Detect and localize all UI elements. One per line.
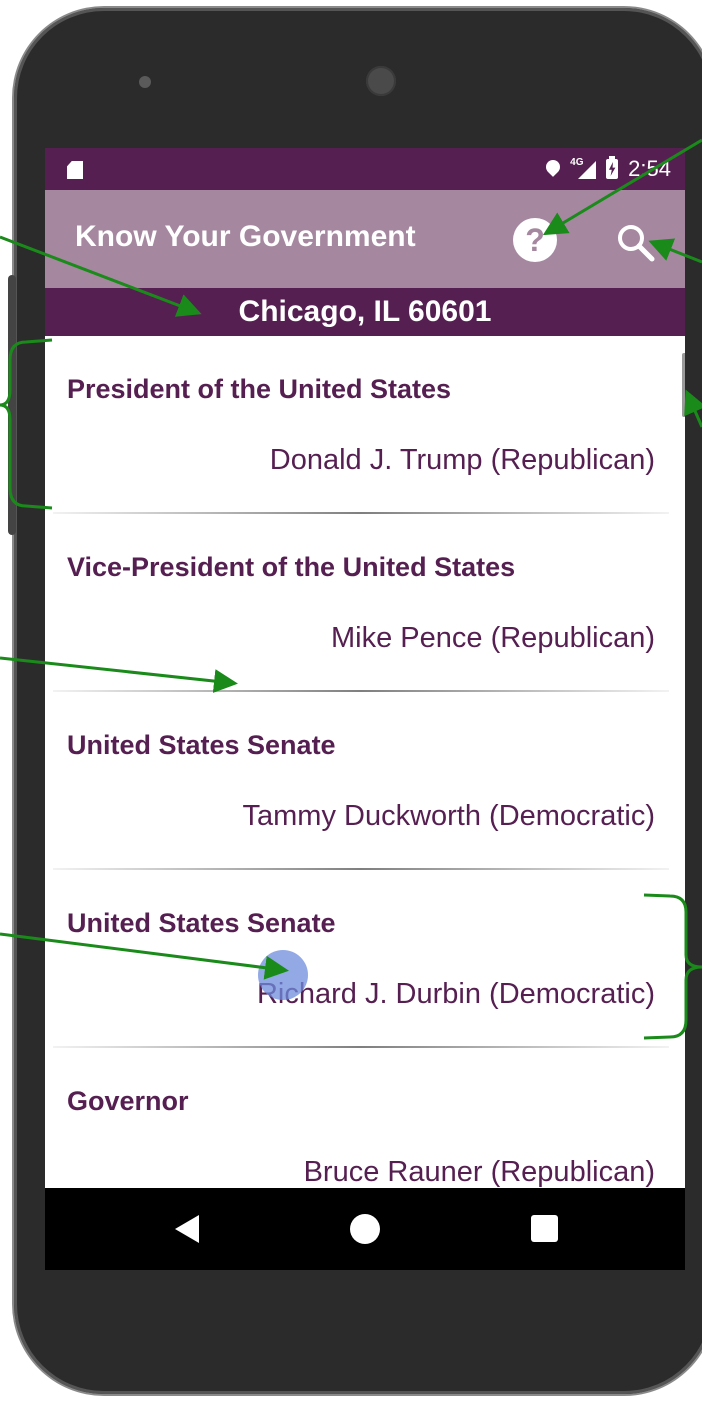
location-pin-icon (546, 160, 560, 178)
home-icon[interactable] (350, 1214, 380, 1244)
battery-icon (606, 156, 619, 179)
official-name: Richard J. Durbin (Democratic) (256, 978, 655, 1010)
side-button (8, 275, 16, 535)
location-header: Chicago, IL 60601 (45, 288, 685, 336)
app-title: Know Your Government (75, 220, 416, 253)
office-title: United States Senate (67, 730, 336, 760)
office-title: Vice-President of the United States (67, 552, 516, 582)
list-item[interactable]: United States Senate Richard J. Durbin (… (45, 870, 685, 1048)
navigation-bar (45, 1188, 685, 1270)
list-item[interactable]: Vice-President of the United States Mike… (45, 514, 685, 692)
office-title: President of the United States (67, 374, 452, 404)
official-name: Tammy Duckworth (Democratic) (242, 800, 656, 832)
status-right: 4G 2:54 (546, 148, 671, 190)
list-item[interactable]: United States Senate Tammy Duckworth (De… (45, 692, 685, 870)
office-title: United States Senate (67, 908, 336, 938)
recent-apps-icon[interactable] (531, 1215, 558, 1242)
search-icon[interactable] (615, 222, 655, 262)
list-item[interactable]: Governor Bruce Rauner (Republican) (45, 1048, 685, 1188)
sd-card-icon (67, 161, 83, 179)
official-name: Bruce Rauner (Republican) (303, 1156, 655, 1188)
sensor-dot (139, 76, 151, 88)
phone-screen: 4G 2:54 Know Your Government ? Chicago, … (45, 148, 685, 1270)
scrollbar[interactable] (682, 353, 685, 417)
help-circle-icon[interactable]: ? (513, 218, 557, 262)
official-name: Mike Pence (Republican) (331, 622, 655, 654)
officials-list[interactable]: President of the United States Donald J.… (45, 336, 685, 1188)
status-time: 2:54 (628, 156, 671, 181)
back-icon[interactable] (175, 1215, 199, 1243)
front-camera (366, 66, 396, 96)
office-title: Governor (67, 1086, 189, 1116)
screenshot-canvas: 4G 2:54 Know Your Government ? Chicago, … (0, 0, 702, 1402)
touch-indicator (258, 950, 308, 1000)
list-item[interactable]: President of the United States Donald J.… (45, 336, 685, 514)
signal-icon: 4G (570, 157, 597, 179)
official-name: Donald J. Trump (Republican) (269, 444, 655, 476)
app-bar: Know Your Government ? (45, 190, 685, 288)
status-bar: 4G 2:54 (45, 148, 685, 190)
